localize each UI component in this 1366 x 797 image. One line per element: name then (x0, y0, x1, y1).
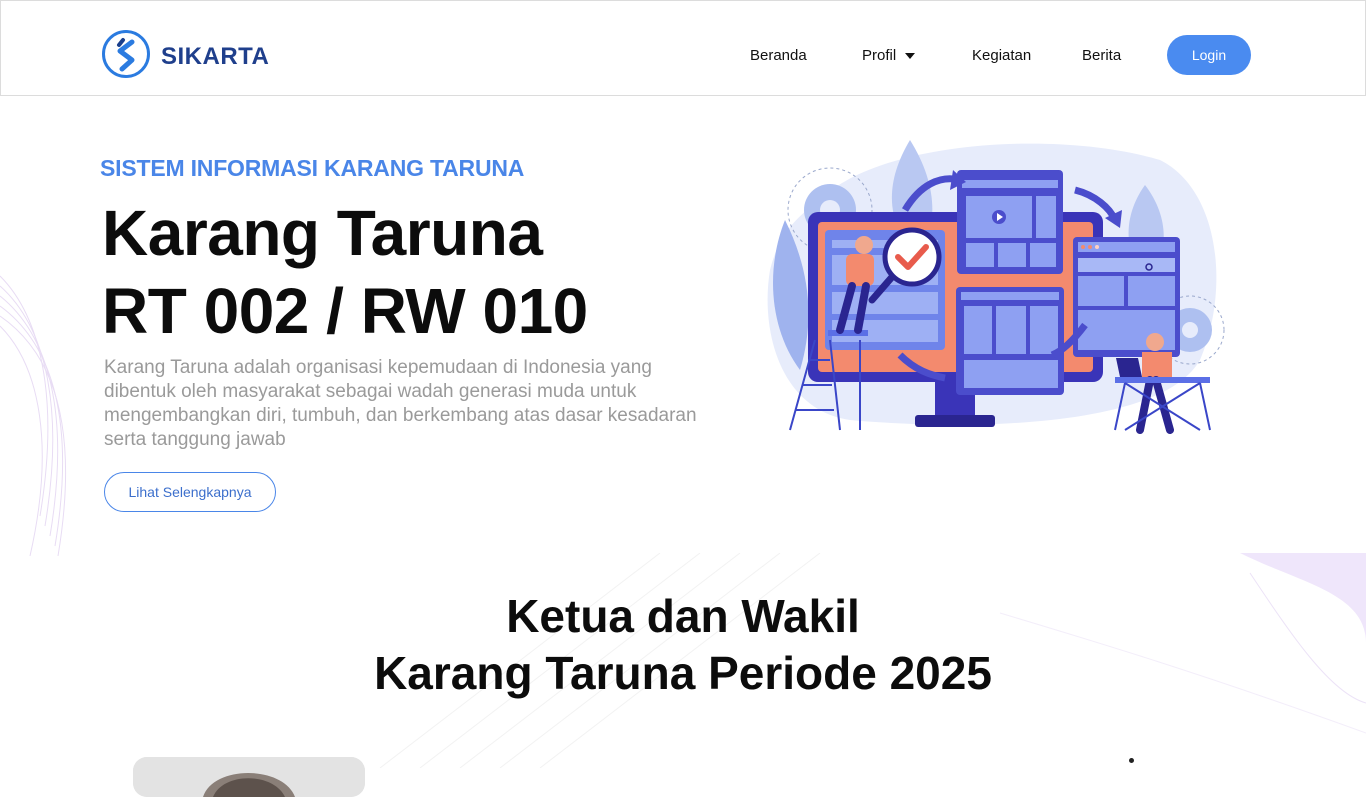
leader-photo-card (133, 757, 365, 797)
nav-item-beranda[interactable]: Beranda (750, 47, 807, 65)
hero-description: Karang Taruna adalah organisasi kepemuda… (104, 357, 697, 450)
web-development-illustration (760, 130, 1230, 445)
see-more-button[interactable]: Lihat Selengkapnya (104, 472, 276, 512)
nav-item-berita[interactable]: Berita (1082, 47, 1121, 65)
section-title-line2: Karang Taruna Periode 2025 (374, 647, 992, 699)
hero-title-line1: Karang Taruna (102, 197, 543, 269)
nav-item-profil-label: Profil (862, 47, 897, 64)
dot-marker (1129, 758, 1134, 763)
section-title-line1: Ketua dan Wakil (506, 590, 860, 642)
hero-title: Karang Taruna RT 002 / RW 010 (102, 194, 588, 350)
nav-item-profil[interactable]: Profil (862, 47, 916, 65)
brand-link[interactable]: SIKARTA (101, 29, 269, 84)
hero-title-line2: RT 002 / RW 010 (102, 275, 588, 347)
leaders-section-title: Ketua dan Wakil Karang Taruna Periode 20… (0, 588, 1366, 702)
login-button[interactable]: Login (1167, 35, 1251, 75)
s-logo-icon (101, 29, 151, 84)
nav-item-kegiatan[interactable]: Kegiatan (972, 47, 1031, 65)
navbar: SIKARTA Beranda Profil Kegiatan Berita L… (0, 0, 1366, 96)
hero-eyebrow: SISTEM INFORMASI KARANG TARUNA (100, 155, 525, 181)
caret-down-icon (905, 53, 916, 60)
brand-name: SIKARTA (161, 42, 270, 70)
